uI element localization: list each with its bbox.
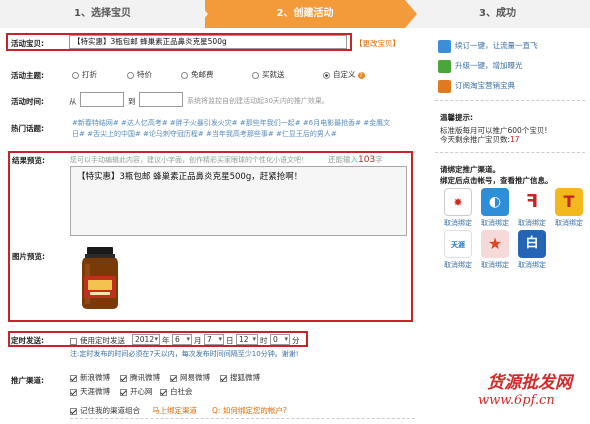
theme-option-custom[interactable]: 自定义?	[323, 69, 365, 80]
bind-baishehui[interactable]: 白取消绑定	[514, 230, 550, 270]
side-link-subscribe[interactable]: 订阅淘宝营销宝典	[438, 79, 515, 95]
side-divider-2	[435, 152, 585, 153]
minute-unit: 分	[292, 336, 300, 345]
timed-checkbox[interactable]: 使用定时发送	[70, 335, 125, 346]
preview-textarea[interactable]: 【特实惠】3瓶包邮 蜂巢素正品鼻炎克星500g，赶紧抢啊！	[70, 166, 407, 236]
day-select[interactable]: 7	[204, 334, 224, 345]
side-link-upgrade[interactable]: 升级一键，增加曝光	[438, 59, 523, 75]
channel-kaixin[interactable]: 开心网	[120, 386, 153, 397]
theme-option-discount[interactable]: 打折	[72, 69, 97, 80]
help-icon[interactable]: ?	[357, 71, 365, 79]
tips-remaining: 今天剩余推广宝贝数:17	[440, 135, 520, 144]
checkbox-checked-icon	[160, 388, 167, 396]
product-image	[76, 246, 124, 311]
step-2-active: 2、创建活动	[205, 0, 405, 28]
radio-selected-icon	[323, 71, 330, 79]
checkbox-checked-icon	[120, 388, 127, 396]
theme-label: 活动主题:	[11, 71, 44, 80]
hot-topics-line-1[interactable]: #新春特结网# #达人忆高考# #胖子火暴引发火灾# #那些年我们一起# #6月…	[72, 118, 417, 129]
month-unit: 月	[194, 336, 202, 345]
time-label: 活动时间:	[11, 97, 44, 106]
channel-sohu[interactable]: 搜狐微博	[220, 372, 260, 383]
step-arrow	[196, 0, 208, 28]
end-date-input[interactable]	[139, 92, 183, 107]
radio-icon	[127, 71, 134, 79]
title-label: 活动宝贝:	[11, 39, 44, 48]
theme-option-freeship[interactable]: 免邮费	[181, 69, 214, 80]
topic-label: 热门话题:	[11, 124, 44, 133]
char-count: 还能输入103字	[328, 155, 383, 165]
checkbox-icon	[70, 337, 77, 345]
timed-label: 定时发送:	[11, 336, 44, 345]
radio-icon	[72, 71, 79, 79]
step-1: 1、选择宝贝	[0, 0, 205, 28]
checkbox-checked-icon	[70, 374, 77, 382]
step-arrow-active	[405, 0, 417, 28]
side-link-renew[interactable]: 续订一键，让流量一直飞	[438, 39, 538, 55]
baishehui-icon: 白	[518, 230, 546, 258]
tianya-icon: 天涯	[444, 230, 472, 258]
bind-sohu[interactable]: T 取消绑定	[551, 188, 587, 228]
bind-subtitle: 绑定后点击帐号，查看推广信息。	[440, 176, 553, 185]
change-product-link[interactable]: 【更改宝贝】	[355, 38, 400, 49]
product-title-input[interactable]: 【特实惠】3瓶包邮 蜂巢素正品鼻炎克星500g	[69, 35, 347, 49]
checkbox-checked-icon	[170, 374, 177, 382]
arrow-right-icon	[438, 39, 451, 53]
channel-tianya[interactable]: 天涯微博	[70, 386, 110, 397]
channel-baishehui[interactable]: 白社会	[160, 386, 193, 397]
step-bar: 1、选择宝贝 2、创建活动 3、成功	[0, 0, 590, 28]
channel-netease[interactable]: 网易微博	[170, 372, 210, 383]
year-select[interactable]: 2012	[132, 334, 160, 345]
netease-weibo-icon: ꟻ	[525, 191, 539, 212]
hour-unit: 时	[260, 336, 268, 345]
divider	[70, 418, 415, 419]
image-label: 图片预览:	[12, 252, 45, 261]
bind-now-link[interactable]: 马上绑定渠道	[152, 405, 197, 416]
hour-select[interactable]: 12	[236, 334, 258, 345]
tencent-weibo-icon: ◐	[481, 188, 509, 216]
mail-icon	[438, 79, 451, 93]
remember-checkbox[interactable]: 记住我的渠道组合	[70, 405, 140, 416]
channel-sina[interactable]: 新浪微博	[70, 372, 110, 383]
checkbox-checked-icon	[120, 374, 127, 382]
hot-topics-line-2[interactable]: 日# #舌尖上的中国# #论马刺夺冠历程# #当年我高考那些事# #仁显王后的男…	[72, 129, 417, 140]
theme-option-special[interactable]: 特价	[127, 69, 152, 80]
watermark-url: www.6pf.cn	[478, 393, 555, 408]
bind-netease[interactable]: ꟻ 取消绑定	[514, 188, 550, 228]
channel-tencent[interactable]: 腾讯微博	[120, 372, 160, 383]
start-date-input[interactable]	[80, 92, 124, 107]
radio-icon	[181, 71, 188, 79]
kaixin-icon: ★	[481, 230, 509, 258]
time-from-text: 从	[69, 97, 77, 106]
preview-hint: 您可以手动编辑此内容，建议小字面，创作精彩买家眼球的个性化小语文吧！	[70, 156, 308, 164]
arrow-up-icon	[438, 59, 451, 73]
month-select[interactable]: 6	[172, 334, 192, 345]
step-3: 3、成功	[405, 0, 590, 28]
minute-select[interactable]: 0	[270, 334, 290, 345]
bind-sina[interactable]: ✸ 取消绑定	[440, 188, 476, 228]
bind-kaixin[interactable]: ★ 取消绑定	[477, 230, 513, 270]
sohu-weibo-icon: T	[555, 188, 583, 216]
time-to-text: 到	[128, 97, 136, 106]
timed-hint: 注:定时发布的时间必须在7天以内，每次发布时间间隔至少10分钟。谢谢!	[70, 350, 299, 358]
bind-tianya[interactable]: 天涯 取消绑定	[440, 230, 476, 270]
radio-icon	[252, 71, 259, 79]
preview-label: 结果预览:	[12, 156, 45, 165]
bind-tencent[interactable]: ◐ 取消绑定	[477, 188, 513, 228]
channel-label: 推广渠道:	[11, 376, 44, 385]
sina-weibo-icon: ✸	[444, 188, 472, 216]
checkbox-checked-icon	[70, 388, 77, 396]
day-unit: 日	[226, 336, 234, 345]
side-divider	[435, 100, 585, 101]
time-hint: 系统将监控自创建活动起30天内的推广效果。	[187, 97, 329, 105]
bind-title: 请绑定推广渠道。	[440, 165, 500, 174]
tips-title: 温馨提示:	[440, 113, 473, 122]
theme-option-gift[interactable]: 买就送	[252, 69, 285, 80]
watermark-title: 货源批发网	[487, 373, 572, 393]
checkbox-checked-icon	[70, 407, 77, 415]
how-to-bind-link[interactable]: Q: 如何绑定您的帐户?	[212, 405, 287, 416]
year-unit: 年	[162, 336, 170, 345]
checkbox-checked-icon	[220, 374, 227, 382]
